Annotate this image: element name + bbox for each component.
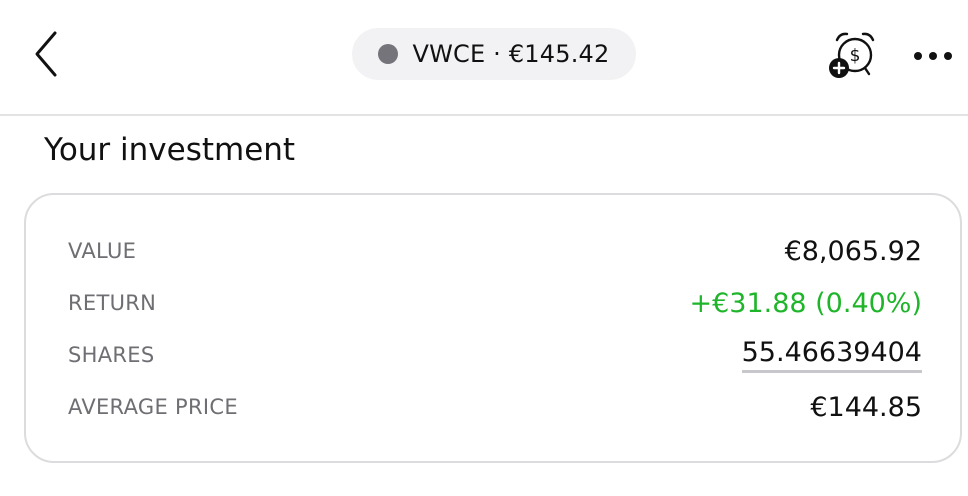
investment-row-label: SHARES [68, 343, 155, 367]
more-options-button[interactable] [906, 36, 960, 76]
chevron-left-icon [35, 31, 57, 77]
ticker-status-dot [378, 44, 399, 64]
more-horizontal-icon [914, 52, 952, 60]
ticker-price-label: VWCE · €145.42 [412, 40, 610, 68]
investment-row-return: RETURN +€31.88 (0.40%) [68, 283, 922, 323]
investment-row-label: AVERAGE PRICE [68, 395, 238, 419]
back-button[interactable] [22, 24, 70, 84]
top-bar: VWCE · €145.42 $ [0, 0, 968, 116]
investment-row-average-price: AVERAGE PRICE €144.85 [68, 387, 922, 427]
price-alert-add-icon: $ [829, 32, 875, 78]
investment-summary-card: VALUE €8,065.92 RETURN +€31.88 (0.40%) S… [24, 193, 962, 463]
price-alert-button[interactable]: $ [824, 30, 880, 82]
investment-row-return-amount: +€31.88 (0.40%) [689, 287, 922, 319]
investment-row-value-amount: €8,065.92 [784, 235, 922, 267]
investment-row-value: VALUE €8,065.92 [68, 231, 922, 271]
investment-row-shares-amount[interactable]: 55.46639404 [741, 337, 922, 373]
investment-row-label: VALUE [68, 239, 137, 263]
investment-row-label: RETURN [68, 291, 157, 315]
ticker-price-pill[interactable]: VWCE · €145.42 [352, 28, 636, 80]
section-title-your-investment: Your investment [44, 132, 296, 168]
svg-text:$: $ [850, 46, 861, 66]
investment-row-shares: SHARES 55.46639404 [68, 335, 922, 375]
investment-row-average-price-amount: €144.85 [810, 391, 922, 423]
